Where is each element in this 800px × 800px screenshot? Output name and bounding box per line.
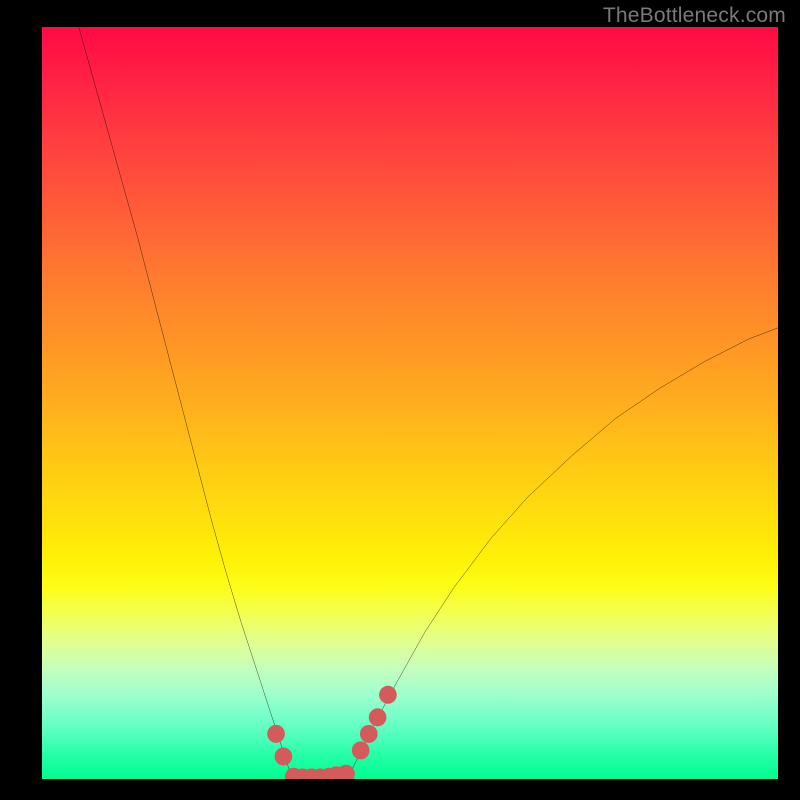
marker-group	[267, 686, 397, 779]
data-point	[379, 686, 397, 704]
data-point	[352, 741, 370, 759]
plot-area	[42, 27, 778, 779]
data-point	[337, 765, 355, 779]
data-point	[369, 708, 387, 726]
chart-svg	[42, 27, 778, 779]
chart-frame: TheBottleneck.com	[0, 0, 800, 800]
data-point	[360, 725, 378, 743]
data-point	[275, 747, 293, 765]
watermark-label: TheBottleneck.com	[603, 4, 786, 28]
bottleneck-curve	[79, 27, 778, 779]
curve-group	[79, 27, 778, 779]
data-point	[267, 725, 285, 743]
